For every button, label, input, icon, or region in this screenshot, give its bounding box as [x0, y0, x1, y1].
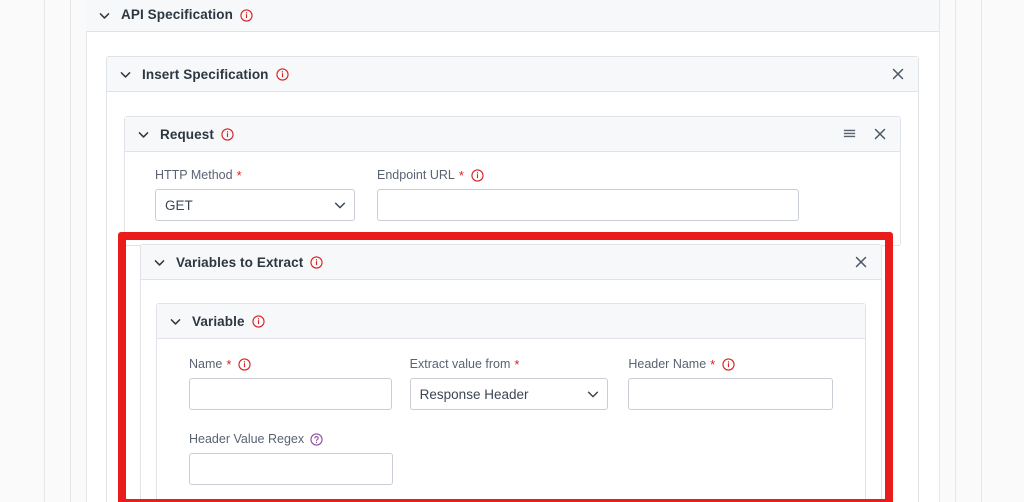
extract-value-from-select[interactable]: Response Header	[409, 378, 609, 410]
info-circle-icon[interactable]	[238, 357, 252, 371]
panel-title-insert-specification: Insert Specification	[142, 66, 269, 82]
panel-header-insert-specification[interactable]: Insert Specification	[107, 57, 918, 92]
layout-rail	[44, 0, 45, 502]
close-icon[interactable]	[890, 66, 906, 82]
field-group-endpoint-url: Endpoint URL *	[377, 168, 799, 221]
field-group-header-name: Header Name *	[628, 357, 833, 410]
chevron-down-icon[interactable]	[98, 9, 111, 22]
close-icon[interactable]	[872, 126, 888, 142]
header-name-input[interactable]	[628, 378, 833, 410]
close-icon[interactable]	[853, 254, 869, 270]
layout-rail	[981, 0, 982, 502]
panel-title-request: Request	[160, 126, 214, 142]
panel-header-variables-to-extract[interactable]: Variables to Extract	[141, 245, 881, 280]
field-label-http-method: HTTP Method *	[155, 168, 355, 182]
hamburger-menu-icon[interactable]	[842, 126, 858, 142]
field-group-http-method: HTTP Method * GET	[155, 168, 355, 221]
field-label-header-value-regex: Header Value Regex	[189, 432, 393, 446]
info-circle-icon[interactable]	[310, 255, 323, 269]
required-star: *	[236, 167, 242, 183]
label-text: Extract value from	[409, 357, 511, 371]
layout-rail	[939, 0, 940, 502]
variable-field-row-2: Header Value Regex	[189, 432, 833, 485]
label-text: HTTP Method	[155, 168, 233, 182]
info-circle-icon[interactable]	[275, 67, 289, 81]
panel-header-variable[interactable]: Variable	[157, 304, 865, 339]
help-circle-icon[interactable]	[310, 432, 323, 446]
panel-variable: Variable Name * Extract value from * Res…	[156, 303, 866, 502]
label-text: Header Name	[628, 357, 707, 371]
field-label-header-name: Header Name *	[628, 357, 833, 371]
field-label-endpoint-url: Endpoint URL *	[377, 168, 799, 182]
required-star: *	[458, 167, 464, 183]
chevron-down-icon[interactable]	[169, 315, 182, 328]
label-text: Endpoint URL	[377, 168, 455, 182]
field-group-name: Name *	[189, 357, 392, 410]
chevron-down-icon[interactable]	[119, 68, 132, 81]
request-field-row: HTTP Method * GET Endpoint URL *	[155, 168, 870, 221]
required-star: *	[514, 356, 520, 372]
info-circle-icon[interactable]	[251, 314, 265, 328]
panel-api-specification: API Specification	[86, 0, 939, 32]
info-circle-icon[interactable]	[471, 168, 484, 182]
panel-title-variables-to-extract: Variables to Extract	[176, 254, 304, 270]
field-label-extract-value-from: Extract value from *	[410, 357, 609, 371]
chevron-down-icon[interactable]	[137, 128, 150, 141]
field-label-name: Name *	[189, 357, 392, 371]
panel-body-request: HTTP Method * GET Endpoint URL *	[125, 152, 900, 221]
required-star: *	[710, 356, 716, 372]
panel-header-api-specification[interactable]: API Specification	[86, 0, 939, 32]
header-value-regex-input[interactable]	[189, 453, 393, 485]
label-text: Header Value Regex	[189, 432, 305, 446]
layout-rail	[70, 0, 71, 502]
info-circle-icon[interactable]	[240, 9, 253, 22]
info-circle-icon[interactable]	[221, 127, 234, 141]
panel-title-variable: Variable	[192, 313, 245, 329]
info-circle-icon[interactable]	[722, 357, 735, 371]
name-input[interactable]	[189, 378, 392, 410]
variable-field-row-1: Name * Extract value from * Response Hea…	[189, 357, 833, 410]
extract-value-from-select-wrapper[interactable]: Response Header	[409, 378, 609, 410]
field-group-extract-value-from: Extract value from * Response Header	[409, 357, 609, 410]
chevron-down-icon[interactable]	[153, 256, 166, 269]
page-root: API Specification Insert Specification R…	[0, 0, 1024, 502]
layout-rail	[955, 0, 956, 502]
panel-body-variable: Name * Extract value from * Response Hea…	[157, 339, 865, 485]
field-group-header-value-regex: Header Value Regex	[189, 432, 393, 485]
panel-title-api-specification: API Specification	[121, 7, 233, 22]
endpoint-url-input[interactable]	[377, 189, 799, 221]
http-method-select-wrapper[interactable]: GET	[155, 189, 355, 221]
panel-request: Request HTTP Method * GET Endpoint URL *	[124, 116, 901, 246]
label-text: Name	[189, 357, 223, 371]
panel-header-request[interactable]: Request	[125, 117, 900, 152]
layout-rail	[86, 0, 87, 502]
required-star: *	[226, 356, 232, 372]
http-method-select[interactable]: GET	[155, 189, 355, 221]
